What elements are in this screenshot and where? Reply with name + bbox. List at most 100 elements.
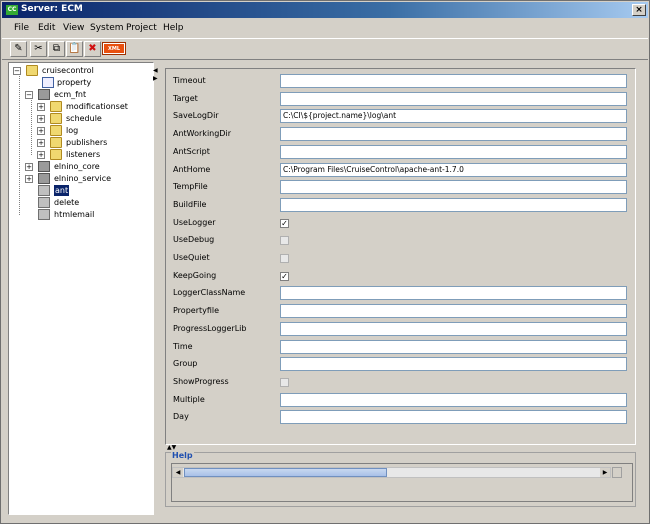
input-antworkingdir[interactable] (280, 127, 627, 141)
menu-view[interactable]: View (63, 23, 84, 33)
input-buildfile[interactable] (280, 198, 627, 212)
tree-label: modificationset (66, 102, 128, 111)
checkbox-keepgoing[interactable]: ✓ (280, 272, 289, 281)
label-savelogdir: SaveLogDir (173, 111, 219, 120)
input-anthome[interactable]: C:\Program Files\CruiseControl\apache-an… (280, 163, 627, 177)
project-icon (38, 161, 50, 172)
label-target: Target (173, 94, 198, 103)
input-antscript[interactable] (280, 145, 627, 159)
plugin-icon (38, 209, 50, 220)
label-uselogger: UseLogger (173, 218, 216, 227)
input-target[interactable] (280, 92, 627, 106)
tree-label: listeners (66, 150, 101, 159)
tree-label: log (66, 126, 79, 135)
menu-project[interactable]: Project (126, 23, 157, 33)
app-icon: CC (6, 5, 18, 15)
scroll-thumb[interactable] (184, 468, 387, 477)
expand-icon[interactable]: + (37, 151, 45, 159)
expand-icon[interactable]: + (37, 115, 45, 123)
menu-system[interactable]: System (90, 23, 124, 33)
label-keepgoing: KeepGoing (173, 271, 217, 280)
xml-button[interactable]: XML (102, 42, 126, 55)
tree-label: publishers (66, 138, 108, 147)
project-icon (38, 173, 50, 184)
expand-icon[interactable]: + (25, 175, 33, 183)
label-time: Time (173, 342, 193, 351)
close-button[interactable]: × (632, 4, 646, 16)
menu-file[interactable]: File (14, 23, 29, 33)
label-multiple: Multiple (173, 395, 205, 404)
toolbar: ✎ ✂ ⧉ 📋 ✖ XML (2, 38, 648, 60)
properties-panel (165, 68, 636, 445)
main-window: CC Server: ECM × File Edit View System P… (0, 0, 650, 524)
edit-icon[interactable]: ✎ (10, 41, 27, 57)
tree-label: ant (54, 185, 70, 196)
folder-icon (50, 113, 62, 124)
delete-icon[interactable]: ✖ (84, 41, 101, 57)
input-tempfile[interactable] (280, 180, 627, 194)
folder-icon (26, 65, 38, 76)
input-day[interactable] (280, 410, 627, 424)
label-group: Group (173, 359, 198, 368)
input-multiple[interactable] (280, 393, 627, 407)
tree-label: ecm_fnt (54, 90, 87, 99)
label-antworkingdir: AntWorkingDir (173, 129, 231, 138)
label-buildfile: BuildFile (173, 200, 207, 209)
input-time[interactable] (280, 340, 627, 354)
checkbox-showprogress[interactable] (280, 378, 289, 387)
label-timeout: Timeout (173, 76, 206, 85)
checkbox-usequiet[interactable] (280, 254, 289, 263)
collapse-icon[interactable]: − (25, 91, 33, 99)
plugin-icon (38, 185, 50, 196)
expand-icon[interactable]: + (37, 127, 45, 135)
input-group[interactable] (280, 357, 627, 371)
label-loggerclassname: LoggerClassName (173, 288, 246, 297)
paste-icon[interactable]: 📋 (66, 41, 83, 57)
menu-help[interactable]: Help (163, 23, 184, 33)
menu-edit[interactable]: Edit (38, 23, 55, 33)
input-progressloggerlib[interactable] (280, 322, 627, 336)
expand-icon[interactable]: + (37, 103, 45, 111)
tree-label: elnino_service (54, 174, 112, 183)
tree-label: schedule (66, 114, 102, 123)
input-loggerclassname[interactable] (280, 286, 627, 300)
help-corner (612, 467, 622, 478)
plugin-icon (38, 197, 50, 208)
checkbox-usedebug[interactable] (280, 236, 289, 245)
help-hscrollbar[interactable]: ◀ ▶ (172, 467, 611, 478)
scroll-right-icon[interactable]: ▶ (600, 468, 610, 477)
collapse-icon[interactable]: − (13, 67, 21, 75)
project-tree[interactable]: − cruisecontrol property − ecm_fnt + mod… (8, 62, 154, 515)
label-showprogress: ShowProgress (173, 377, 229, 386)
scroll-left-icon[interactable]: ◀ (173, 468, 183, 477)
cut-icon[interactable]: ✂ (30, 41, 47, 57)
folder-icon (50, 137, 62, 148)
tree-label: property (57, 78, 92, 87)
window-title: Server: ECM (21, 4, 83, 14)
label-usedebug: UseDebug (173, 235, 215, 244)
menu-bar: File Edit View System Project Help (2, 19, 648, 37)
splitter-expand-icon[interactable]: ▶ (153, 75, 158, 82)
input-timeout[interactable] (280, 74, 627, 88)
label-tempfile: TempFile (173, 182, 208, 191)
project-icon (38, 89, 50, 100)
input-propertyfile[interactable] (280, 304, 627, 318)
folder-icon (50, 149, 62, 160)
input-savelogdir[interactable]: C:\CI\${project.name}\log\ant (280, 109, 627, 123)
label-progressloggerlib: ProgressLoggerLib (173, 324, 247, 333)
label-propertyfile: Propertyfile (173, 306, 220, 315)
splitter-up-icon[interactable]: ▲▼ (167, 444, 176, 451)
splitter-collapse-icon[interactable]: ◀ (153, 67, 158, 74)
expand-icon[interactable]: + (25, 163, 33, 171)
label-day: Day (173, 412, 189, 421)
title-bar: CC Server: ECM × (2, 2, 648, 18)
folder-icon (50, 101, 62, 112)
tree-label: elnino_core (54, 162, 100, 171)
help-title: Help (171, 451, 194, 460)
tree-label: delete (54, 198, 80, 207)
label-usequiet: UseQuiet (173, 253, 210, 262)
copy-icon[interactable]: ⧉ (48, 41, 65, 57)
expand-icon[interactable]: + (37, 139, 45, 147)
checkbox-uselogger[interactable]: ✓ (280, 219, 289, 228)
folder-icon (50, 125, 62, 136)
